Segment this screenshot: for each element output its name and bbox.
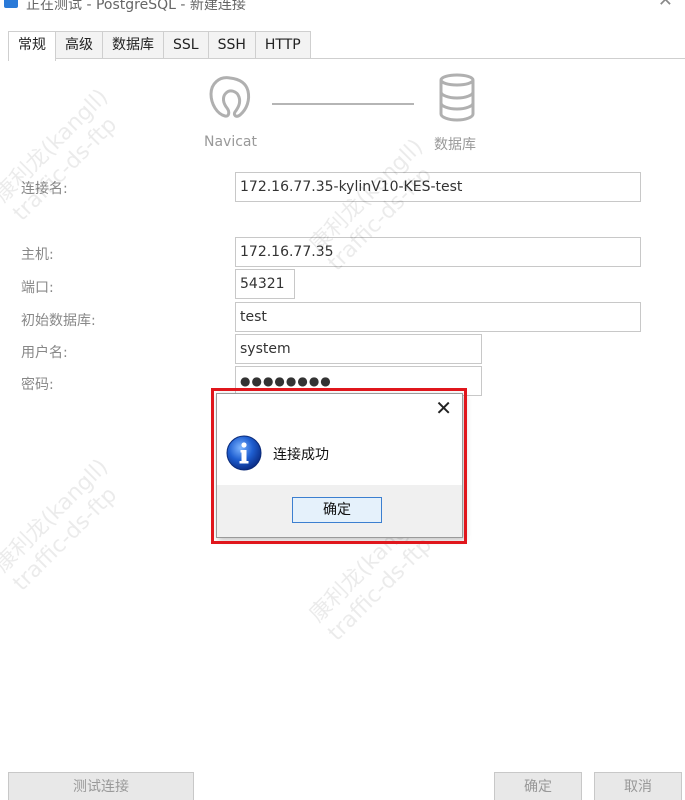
password-input[interactable]: ●●●●●●●● [235,366,482,396]
database-icon [439,73,475,122]
tab-ssl[interactable]: SSL [163,31,209,59]
cancel-button[interactable]: 取消 [594,772,682,800]
navicat-app-icon [4,0,18,8]
navicat-label: Navicat [204,134,257,150]
tab-advanced[interactable]: 高级 [55,31,103,59]
port-input[interactable]: 54321 [235,269,295,299]
connection-success-dialog: ✕ 连接成功 确定 [216,393,463,538]
database-label: 数据库 [434,137,476,153]
window-close-icon[interactable]: ✕ [658,0,673,10]
connection-line [272,103,414,105]
window-title: 正在测试 - PostgreSQL - 新建连接 [26,0,246,13]
username-input[interactable]: system [235,334,482,364]
initial-database-input[interactable]: test [235,302,641,332]
connection-name-input[interactable]: 172.16.77.35-kylinV10-KES-test [235,172,641,202]
dialog-close-icon[interactable]: ✕ [435,398,452,418]
info-icon [226,435,262,471]
tab-ssh[interactable]: SSH [207,31,256,59]
dialog-ok-button[interactable]: 确定 [292,497,382,523]
ok-button[interactable]: 确定 [494,772,582,800]
navicat-logo-icon [209,76,251,118]
tab-http[interactable]: HTTP [254,31,311,59]
tab-divider [8,58,685,59]
username-label: 用户名: [21,345,68,361]
password-label: 密码: [21,377,54,393]
tab-bar: 常规 高级 数据库 SSL SSH HTTP [8,31,311,61]
initial-database-label: 初始数据库: [21,313,96,329]
host-input[interactable]: 172.16.77.35 [235,237,641,267]
connection-name-label: 连接名: [21,181,68,197]
dialog-footer: 确定 [217,485,462,537]
tab-database[interactable]: 数据库 [102,31,164,59]
port-label: 端口: [21,280,54,296]
watermark-text: 康利龙(kangll)traffic-ds-ftp [0,454,123,597]
connection-diagram: Navicat 数据库 [0,70,685,160]
dialog-message: 连接成功 [273,447,329,463]
tab-general[interactable]: 常规 [8,31,56,61]
test-connection-button[interactable]: 测试连接 [8,772,194,800]
window-titlebar: 正在测试 - PostgreSQL - 新建连接 ✕ [0,0,685,14]
host-label: 主机: [21,247,54,263]
